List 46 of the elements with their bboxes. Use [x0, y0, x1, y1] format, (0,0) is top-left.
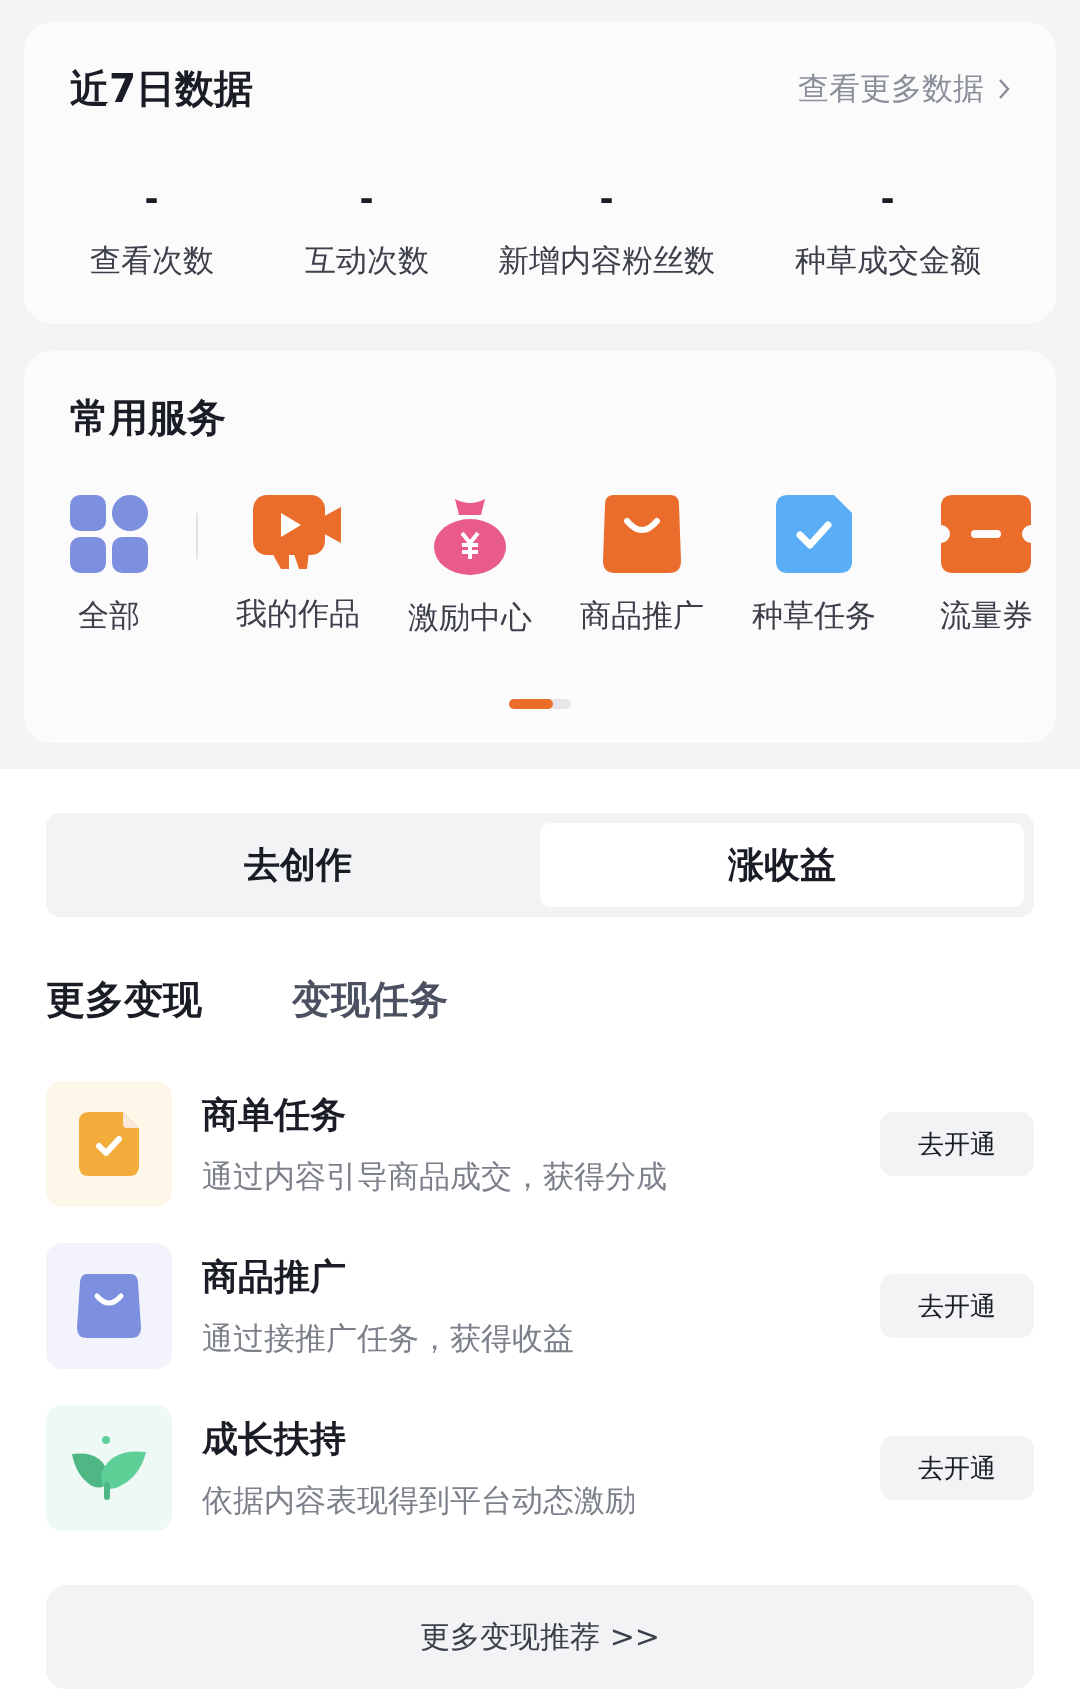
card-title: 近7日数据	[70, 65, 254, 113]
offer-title: 成长扶持	[202, 1416, 347, 1461]
document-check-icon	[79, 1112, 139, 1176]
segment-tab[interactable]: 去创作	[56, 823, 540, 907]
video-camera-icon	[253, 495, 343, 571]
leaf-icon	[72, 1436, 146, 1500]
shopping-bag-icon	[603, 495, 681, 573]
more-recommendations-button[interactable]: 更多变现推荐 >>	[46, 1585, 1034, 1689]
card-title: 常用服务	[70, 394, 226, 442]
offer-description: 通过内容引导商品成交，获得分成	[202, 1156, 668, 1196]
chevron-right-icon	[998, 78, 1010, 100]
service-item[interactable]: 全部	[34, 495, 184, 637]
stat-label: 新增内容粉丝数	[498, 241, 715, 280]
segment-tab[interactable]: 涨收益	[540, 823, 1024, 907]
service-label: 商品推广	[580, 596, 704, 635]
offer-description: 通过接推广任务，获得收益	[202, 1318, 575, 1358]
service-item[interactable]: 我的作品	[212, 495, 384, 635]
stat-label: 互动次数	[304, 241, 429, 280]
activate-button[interactable]: 去开通	[880, 1436, 1034, 1500]
sub-tab[interactable]: 更多变现	[46, 973, 202, 1027]
stat-value: -	[599, 177, 614, 220]
stat-value: -	[359, 177, 374, 220]
shopping-bag-icon	[77, 1274, 141, 1338]
stat-value: -	[144, 177, 159, 220]
activate-button[interactable]: 去开通	[880, 1112, 1034, 1176]
stat-value: -	[880, 177, 895, 220]
page-indicator	[509, 699, 571, 709]
offer-title: 商品推广	[202, 1254, 347, 1299]
service-label: 我的作品	[236, 594, 360, 633]
activate-button[interactable]: 去开通	[880, 1274, 1034, 1338]
service-label: 全部	[78, 596, 140, 635]
service-item[interactable]: 种草任务	[728, 495, 900, 637]
service-item[interactable]: 激励中心	[384, 495, 556, 639]
service-item[interactable]: 商品推广	[556, 495, 728, 637]
stat-label: 种草成交金额	[794, 241, 981, 280]
service-label: 激励中心	[408, 598, 532, 637]
checkmark-icon	[776, 495, 852, 573]
stat-label: 查看次数	[89, 241, 214, 280]
service-item[interactable]: 流量券	[900, 495, 1056, 637]
service-label: 流量券	[939, 596, 1033, 635]
offer-description: 依据内容表现得到平台动态激励	[202, 1480, 637, 1520]
ticket-icon	[941, 495, 1031, 573]
service-label: 种草任务	[752, 596, 876, 635]
offer-title: 商单任务	[202, 1092, 347, 1137]
grid-icon	[70, 495, 148, 573]
sub-tab[interactable]: 变现任务	[292, 973, 448, 1027]
